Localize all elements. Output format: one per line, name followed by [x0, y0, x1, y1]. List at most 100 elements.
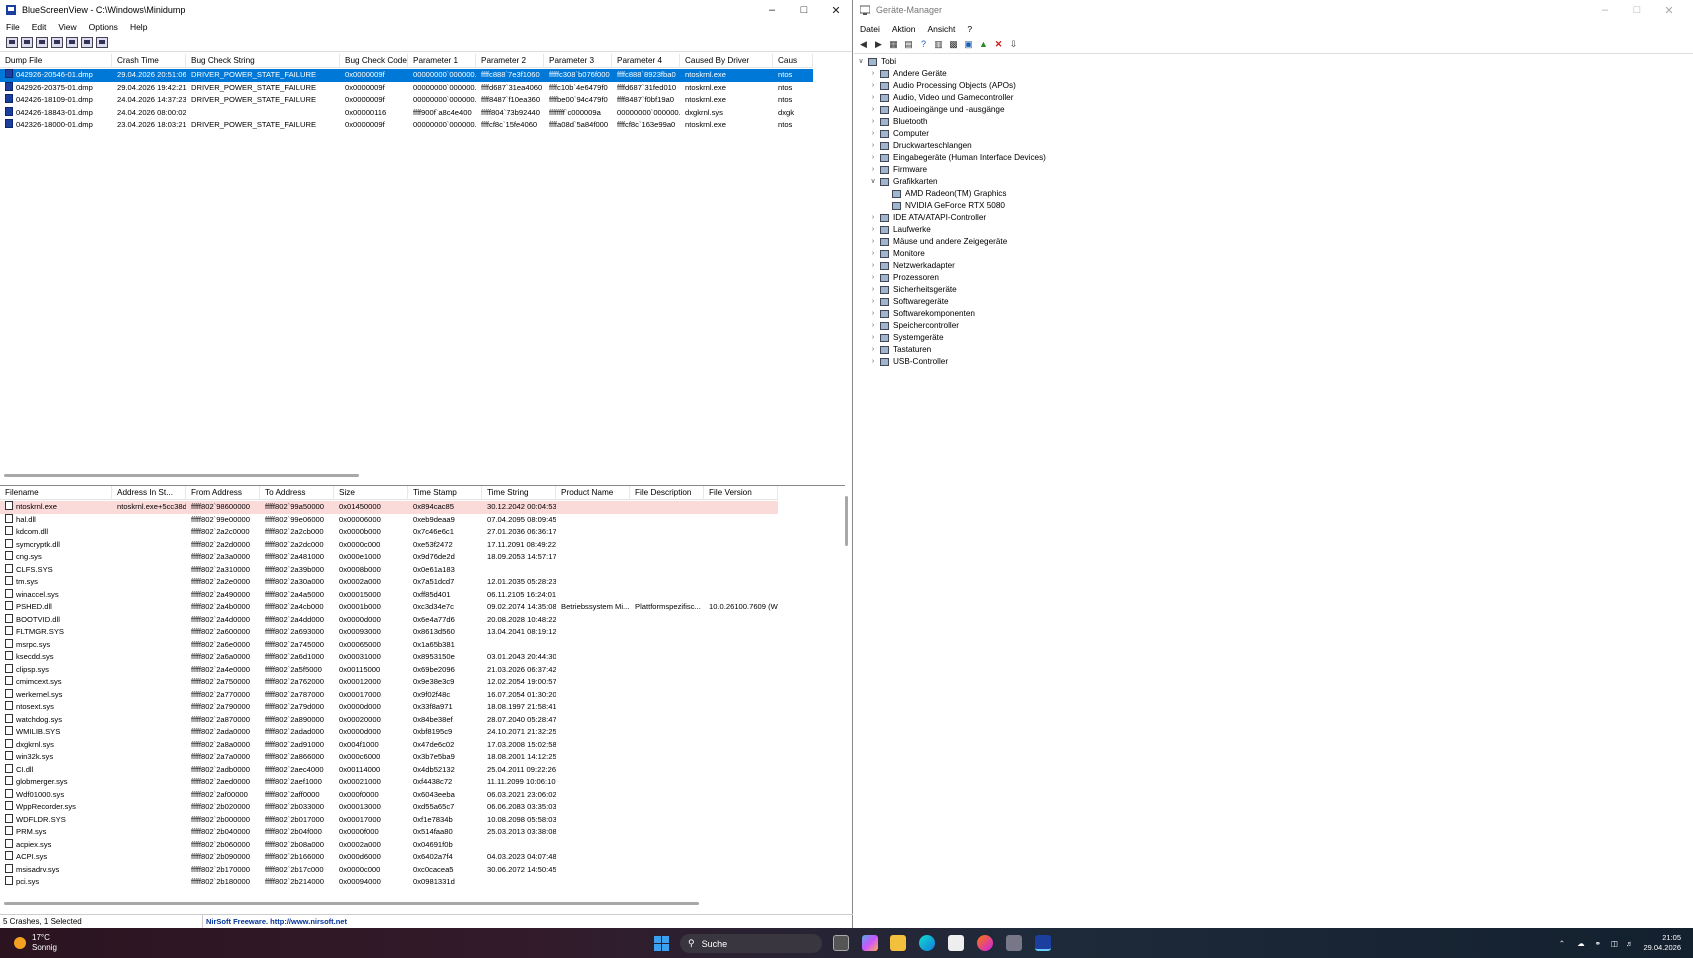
module-row[interactable]: WMILIB.SYS fffff802`2ada0000 fffff802`2ada…	[0, 726, 778, 739]
microphone-icon[interactable]: ⚭	[1595, 939, 1601, 948]
module-row[interactable]: watchdog.sys fffff802`2a870000 fffff802`2a…	[0, 713, 778, 727]
module-row[interactable]: pci.sys fffff802`2b180000 fffff802`2b21400…	[0, 876, 778, 889]
network-icon[interactable]: ◫	[1611, 939, 1618, 948]
column-header[interactable]: From Address	[186, 486, 260, 500]
uninstall-icon[interactable]: ✕	[993, 39, 1004, 50]
chevron-right-icon[interactable]: ›	[868, 140, 878, 152]
forward-arrow-icon[interactable]: ▶	[873, 39, 884, 50]
tree-category[interactable]: › Tastaturen	[868, 344, 931, 356]
module-row[interactable]: CI.dll fffff802`2adb0000 fffff802`2aec4000…	[0, 763, 778, 777]
chevron-right-icon[interactable]: ›	[868, 68, 878, 80]
bsv-menu-item[interactable]: Help	[124, 22, 153, 32]
chevron-right-icon[interactable]: ›	[868, 260, 878, 272]
column-header[interactable]: Address In St...	[112, 486, 186, 500]
column-header[interactable]: Parameter 4	[612, 54, 680, 68]
tree-category[interactable]: › Netzwerkadapter	[868, 260, 955, 272]
chevron-right-icon[interactable]: ›	[868, 320, 878, 332]
chevron-right-icon[interactable]: ›	[868, 332, 878, 344]
firefox-icon[interactable]	[977, 935, 993, 951]
column-header[interactable]: Crash Time	[112, 54, 186, 68]
add-driver-icon[interactable]: ▲	[978, 39, 989, 50]
tree-category[interactable]: ∨ Grafikkarten	[868, 176, 938, 188]
tree-category[interactable]: › USB-Controller	[868, 356, 948, 368]
chevron-right-icon[interactable]: ›	[868, 128, 878, 140]
module-row[interactable]: ksecdd.sys fffff802`2a6a0000 fffff802`2a6d…	[0, 651, 778, 664]
tree-device[interactable]: NVIDIA GeForce RTX 5080	[880, 200, 1005, 212]
file-explorer-icon[interactable]	[890, 935, 906, 951]
column-header[interactable]: File Description	[630, 486, 704, 500]
module-row[interactable]: symcryptk.dll fffff802`2a2d0000 fffff802`2…	[0, 538, 778, 552]
column-header[interactable]: Time Stamp	[408, 486, 482, 500]
column-header[interactable]: Time String	[482, 486, 556, 500]
bsv-menu-item[interactable]: Options	[83, 22, 124, 32]
module-row[interactable]: dxgkrnl.sys fffff802`2a8a0000 fffff802`2ad…	[0, 738, 778, 752]
chevron-right-icon[interactable]: ›	[868, 308, 878, 320]
tree-category[interactable]: › Bluetooth	[868, 116, 928, 128]
module-row[interactable]: hal.dll fffff802`99e00000 fffff802`99e0600…	[0, 513, 778, 527]
minimize-icon[interactable]: –	[756, 0, 788, 20]
module-row[interactable]: clipsp.sys fffff802`2a4e0000 fffff802`2a5f…	[0, 663, 778, 677]
copilot-icon[interactable]	[862, 935, 878, 951]
module-row[interactable]: WppRecorder.sys fffff802`2b020000 fffff802…	[0, 801, 778, 814]
crash-row[interactable]: 042426-18109-01.dmp 24.04.2026 14:37:23 DR…	[0, 94, 813, 107]
tree-category[interactable]: › Mäuse und andere Zeigegeräte	[868, 236, 1007, 248]
module-row[interactable]: ntoskrnl.exe ntoskrnl.exe+5cc38d fffff802`…	[0, 501, 778, 514]
tree-category[interactable]: › Systemgeräte	[868, 332, 944, 344]
print-icon[interactable]: ▩	[948, 39, 959, 50]
tree-category[interactable]: › IDE ATA/ATAPI-Controller	[868, 212, 986, 224]
crash-row[interactable]: 042326-18000-01.dmp 23.04.2026 18:03:21 DR…	[0, 119, 813, 132]
column-header[interactable]: Dump File	[0, 54, 112, 68]
chevron-right-icon[interactable]: ›	[868, 284, 878, 296]
chevron-right-icon[interactable]: ›	[868, 236, 878, 248]
module-row[interactable]: msisadrv.sys fffff802`2b170000 fffff802`2b…	[0, 863, 778, 877]
tree-category[interactable]: › Softwarekomponenten	[868, 308, 975, 320]
task-view-icon[interactable]	[833, 935, 849, 951]
module-row[interactable]: acpiex.sys fffff802`2b060000 fffff802`2b08…	[0, 838, 778, 852]
module-row[interactable]: PRM.sys fffff802`2b040000 fffff802`2b04f00…	[0, 826, 778, 839]
report-icon[interactable]	[66, 37, 78, 48]
cloud-icon[interactable]: ☁	[1577, 939, 1585, 948]
chevron-right-icon[interactable]: ›	[868, 272, 878, 284]
chevron-right-icon[interactable]: ›	[868, 116, 878, 128]
module-row[interactable]: CLFS.SYS fffff802`2a310000 fffff802`2a39b0…	[0, 563, 778, 577]
tree-category[interactable]: › Eingabegeräte (Human Interface Devices)	[868, 152, 1046, 164]
view-icon[interactable]: ▥	[933, 39, 944, 50]
column-header[interactable]: Caused By Driver	[680, 54, 773, 68]
module-row[interactable]: BOOTVID.dll fffff802`2a4d0000 fffff802`2a4…	[0, 613, 778, 627]
column-header[interactable]: Parameter 2	[476, 54, 544, 68]
column-header[interactable]: Size	[334, 486, 408, 500]
module-row[interactable]: werkernel.sys fffff802`2a770000 fffff802`2…	[0, 688, 778, 702]
chevron-right-icon[interactable]: ›	[868, 152, 878, 164]
crash-list-hscroll[interactable]	[4, 474, 359, 477]
properties-icon[interactable]: ▤	[903, 39, 914, 50]
module-row[interactable]: PSHED.dll fffff802`2a4b0000 fffff802`2a4cb…	[0, 601, 778, 614]
device-manager-taskbar-icon[interactable]	[1006, 935, 1022, 951]
download-icon[interactable]: ⇩	[1008, 39, 1019, 50]
chevron-right-icon[interactable]: ›	[868, 248, 878, 260]
dm-menu-item[interactable]: Aktion	[886, 24, 922, 34]
store-icon[interactable]	[948, 935, 964, 951]
find-icon[interactable]	[81, 37, 93, 48]
tree-category[interactable]: › Andere Geräte	[868, 68, 947, 80]
dm-menu-item[interactable]: Ansicht	[921, 24, 961, 34]
column-header[interactable]: Parameter 3	[544, 54, 612, 68]
maximize-icon[interactable]: □	[1621, 0, 1653, 20]
column-header[interactable]: Bug Check Code	[340, 54, 408, 68]
tree-category[interactable]: › Audioeingänge und -ausgänge	[868, 104, 1005, 116]
module-row[interactable]: Wdf01000.sys fffff802`2af00000 fffff802`2a…	[0, 788, 778, 802]
tree-category[interactable]: › Prozessoren	[868, 272, 939, 284]
chevron-right-icon[interactable]: ›	[868, 80, 878, 92]
close-icon[interactable]: ✕	[820, 0, 852, 20]
refresh-icon[interactable]	[36, 37, 48, 48]
tree-category[interactable]: › Audio Processing Objects (APOs)	[868, 80, 1016, 92]
dm-titlebar[interactable]: Geräte-Manager	[854, 0, 1693, 20]
column-header[interactable]: Parameter 1	[408, 54, 476, 68]
exit-icon[interactable]	[96, 37, 108, 48]
tree-category[interactable]: › Monitore	[868, 248, 925, 260]
crash-row[interactable]: 042426-18843-01.dmp 24.04.2026 08:00:02 0x…	[0, 106, 813, 120]
chevron-right-icon[interactable]: ›	[868, 212, 878, 224]
module-row[interactable]: ACPI.sys fffff802`2b090000 fffff802`2b1660…	[0, 851, 778, 864]
chevron-right-icon[interactable]: ›	[868, 296, 878, 308]
clock[interactable]: 21:05 29.04.2026	[1643, 933, 1681, 953]
column-header[interactable]: To Address	[260, 486, 334, 500]
